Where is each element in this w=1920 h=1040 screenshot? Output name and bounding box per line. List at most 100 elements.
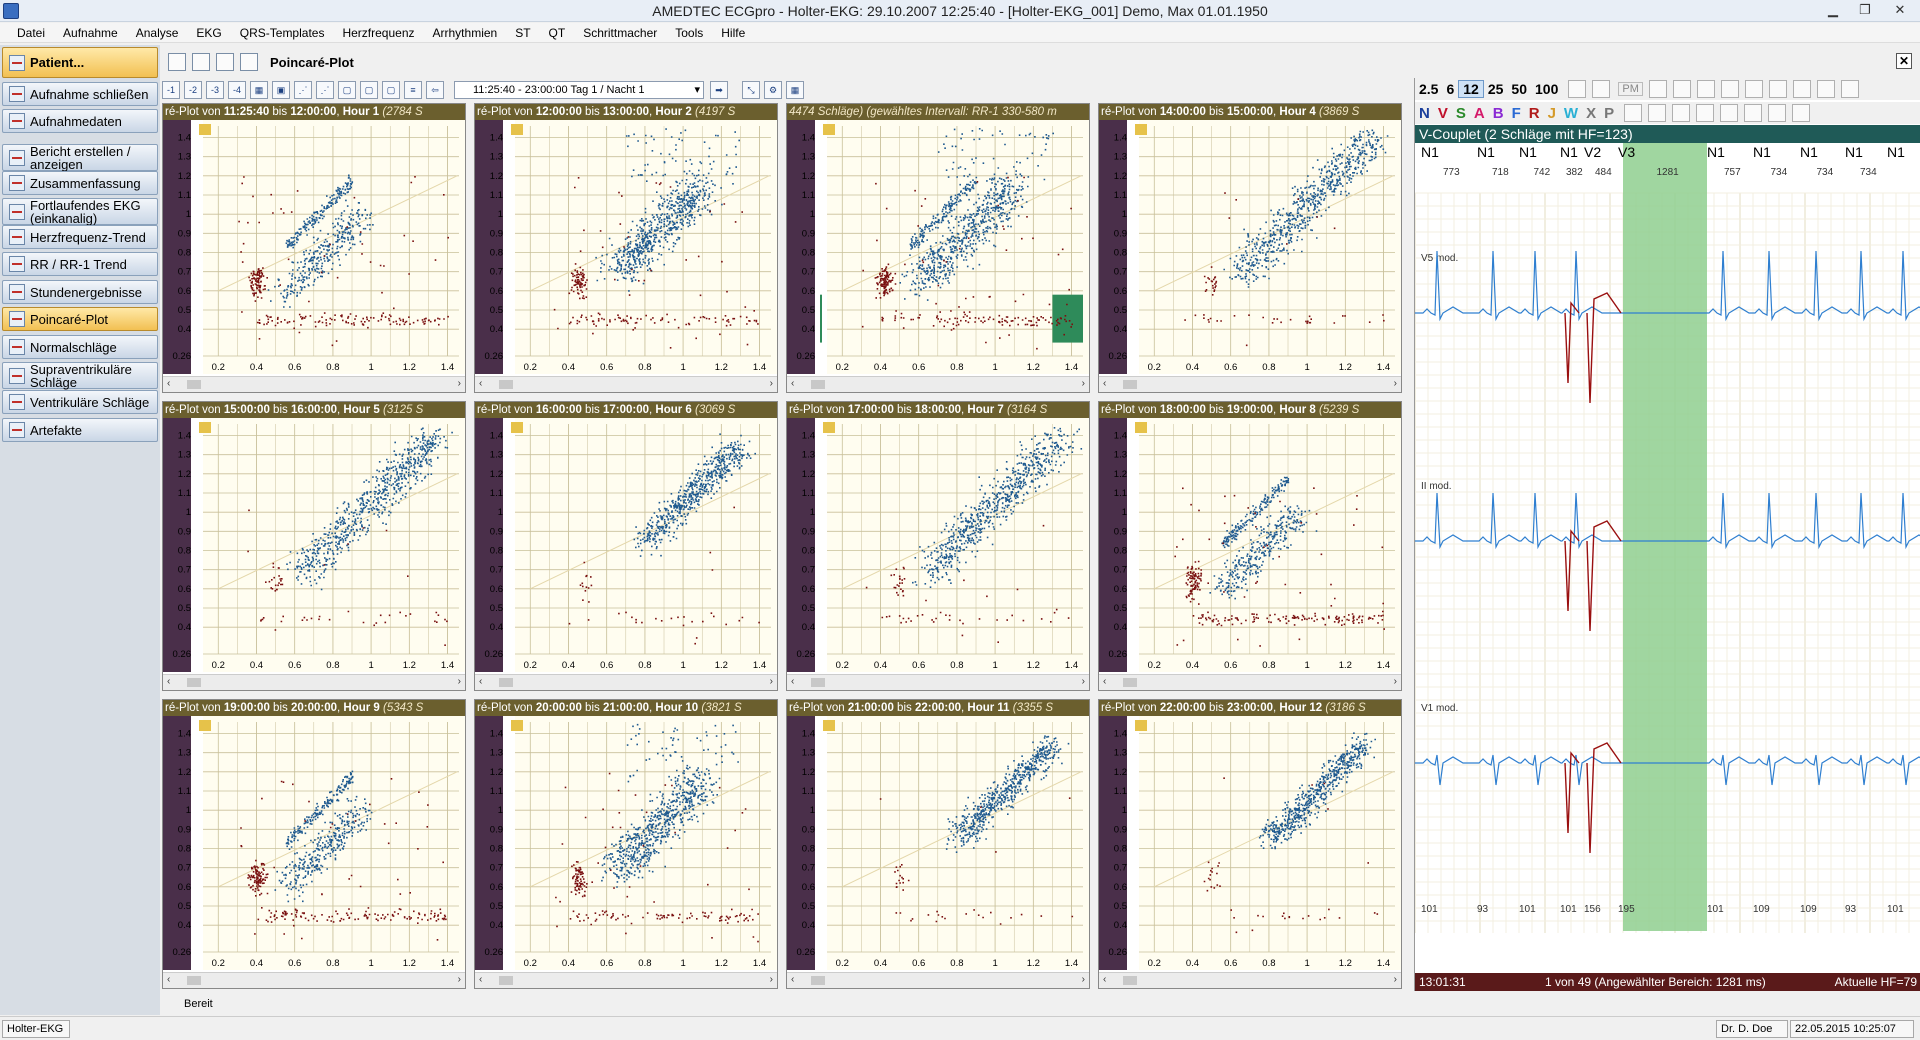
scroll-left-icon[interactable]: ‹ <box>791 974 794 985</box>
chart-icon[interactable] <box>216 53 234 71</box>
gear-icon[interactable] <box>1768 104 1787 122</box>
poincare-plot[interactable]: ré-Plot von 18:00:00 bis 19:00:00, Hour … <box>1098 401 1402 691</box>
beat-class-f-button[interactable]: F <box>1508 105 1525 122</box>
sidebar-item-herzfrequenz-trend[interactable]: Herzfrequenz-Trend <box>2 225 158 249</box>
zoom-4-button[interactable]: -4 <box>228 81 246 99</box>
scroll-left-icon[interactable]: ‹ <box>167 676 170 687</box>
scroll-right-icon[interactable]: › <box>770 974 773 985</box>
menu-datei[interactable]: Datei <box>8 26 54 40</box>
scroll-thumb[interactable] <box>187 678 201 687</box>
beat-class-b-button[interactable]: B <box>1489 105 1508 122</box>
close-window-button[interactable]: ✕ <box>1882 0 1918 20</box>
poincare-chart[interactable]: 1.4 1.3 1.2 1.1 1 0.9 0.8 0.7 0.6 0.5 0.4 0.26 0.2 0.… <box>1099 716 1401 970</box>
poincare-chart[interactable]: 1.4 1.3 1.2 1.1 1 0.9 0.8 0.7 0.6 0.5 0.4 0.26 0.2 0.… <box>1099 418 1401 672</box>
marker-icon[interactable] <box>1696 80 1715 98</box>
menu-tools[interactable]: Tools <box>666 26 712 40</box>
poincare-plot[interactable]: ré-Plot von 14:00:00 bis 15:00:00, Hour … <box>1098 103 1402 393</box>
scroll-left-icon[interactable]: ‹ <box>791 676 794 687</box>
scroll-thumb[interactable] <box>187 380 201 389</box>
scroll-left-icon[interactable]: ‹ <box>479 378 482 389</box>
sidebar-item-patient[interactable]: Patient... <box>2 47 158 78</box>
sidebar-item-aufnahmedaten[interactable]: Aufnahmedaten <box>2 109 158 133</box>
plot-scrollbar[interactable]: ‹ › <box>787 376 1089 392</box>
color-grid-icon[interactable]: ▦ <box>786 81 804 99</box>
menu-aufnahme[interactable]: Aufnahme <box>54 26 127 40</box>
ecg-selected-region[interactable] <box>1623 143 1707 931</box>
grid-1-icon[interactable]: ▢ <box>338 81 356 99</box>
scroll-left-icon[interactable]: ‹ <box>791 378 794 389</box>
scroll-left-icon[interactable]: ‹ <box>167 378 170 389</box>
plot-scrollbar[interactable]: ‹ › <box>1099 376 1401 392</box>
sidebar-item-poincar-plot[interactable]: Poincaré-Plot <box>2 307 158 331</box>
plot-area[interactable]: 1.4 1.3 1.2 1.1 1 0.9 0.8 0.7 0.6 0.5 0.4 0.26 0.2 0.… <box>475 418 777 672</box>
heart-green-icon[interactable] <box>1624 104 1643 122</box>
poincare-plot[interactable]: 4474 Schläge) (gewähltes Intervall: RR-1… <box>786 103 1090 393</box>
plot-scrollbar[interactable]: ‹ › <box>163 972 465 988</box>
menu-qt[interactable]: QT <box>540 26 575 40</box>
plot-scrollbar[interactable]: ‹ › <box>163 674 465 690</box>
sidebar-item-fortlaufendes-ekg-einkanalig[interactable]: Fortlaufendes EKG (einkanalig) <box>2 198 158 225</box>
poincare-plot[interactable]: ré-Plot von 11:25:40 bis 12:00:00, Hour … <box>162 103 466 393</box>
menu-schrittmacher[interactable]: Schrittmacher <box>574 26 666 40</box>
close-view-button[interactable]: ✕ <box>1896 53 1912 69</box>
scroll-right-icon[interactable]: › <box>770 378 773 389</box>
beat-class-w-button[interactable]: W <box>1560 105 1582 122</box>
menu-analyse[interactable]: Analyse <box>127 26 188 40</box>
scroll-thumb[interactable] <box>499 976 513 985</box>
copy-icon[interactable] <box>1720 104 1739 122</box>
poincare-plot[interactable]: ré-Plot von 22:00:00 bis 23:00:00, Hour … <box>1098 699 1402 989</box>
scroll-thumb[interactable] <box>1123 678 1137 687</box>
grid-3-icon[interactable]: ▢ <box>382 81 400 99</box>
beat-class-a-button[interactable]: A <box>1470 105 1489 122</box>
pacemaker-button[interactable]: PM <box>1618 82 1643 96</box>
beat-class-v-button[interactable]: V <box>1434 105 1452 122</box>
zoom-3-button[interactable]: -3 <box>206 81 224 99</box>
beat-class-r-button[interactable]: R <box>1525 105 1544 122</box>
plot-scrollbar[interactable]: ‹ › <box>1099 972 1401 988</box>
poincare-icon[interactable] <box>240 53 258 71</box>
poincare-plot[interactable]: ré-Plot von 20:00:00 bis 21:00:00, Hour … <box>474 699 778 989</box>
scroll-left-icon[interactable]: ‹ <box>1103 974 1106 985</box>
beat-class-n-button[interactable]: N <box>1415 105 1434 122</box>
sidebar-item-bericht-erstellen-anzeigen[interactable]: Bericht erstellen / anzeigen <box>2 144 158 171</box>
select-area-icon[interactable]: ⤡ <box>742 81 760 99</box>
sidebar-item-zusammenfassung[interactable]: Zusammenfassung <box>2 171 158 195</box>
scroll-thumb[interactable] <box>499 678 513 687</box>
scroll-left-icon[interactable]: ‹ <box>1103 676 1106 687</box>
speed-50-button[interactable]: 50 <box>1507 81 1531 97</box>
palette-icon[interactable]: ▦ <box>250 81 268 99</box>
heart-split-icon[interactable] <box>1648 104 1667 122</box>
poincare-chart[interactable]: 1.4 1.3 1.2 1.1 1 0.9 0.8 0.7 0.6 0.5 0.4 0.26 0.2 0.… <box>475 716 777 970</box>
menu-arrhythmien[interactable]: Arrhythmien <box>424 26 507 40</box>
scale-icon[interactable] <box>1840 80 1859 98</box>
poincare-plot[interactable]: ré-Plot von 12:00:00 bis 13:00:00, Hour … <box>474 103 778 393</box>
poincare-chart[interactable]: 1.4 1.3 1.2 1.1 1 0.9 0.8 0.7 0.6 0.5 0.4 0.26 0.2 0.… <box>787 418 1089 672</box>
plot-area[interactable]: 1.4 1.3 1.2 1.1 1 0.9 0.8 0.7 0.6 0.5 0.4 0.26 0.2 0.… <box>1099 418 1401 672</box>
scroll-right-icon[interactable]: › <box>1082 974 1085 985</box>
scroll-right-icon[interactable]: › <box>1394 676 1397 687</box>
range-select[interactable]: 11:25:40 - 23:00:00 Tag 1 / Nacht 1 <box>454 81 704 99</box>
speed-2-5-button[interactable]: 2.5 <box>1415 81 1442 97</box>
plot-area[interactable]: 1.4 1.3 1.2 1.1 1 0.9 0.8 0.7 0.6 0.5 0.4 0.26 0.2 0.… <box>163 120 465 374</box>
plot-scrollbar[interactable]: ‹ › <box>787 674 1089 690</box>
beat-class-s-button[interactable]: S <box>1452 105 1470 122</box>
zoom-in-icon[interactable] <box>1648 80 1667 98</box>
poincare-chart[interactable]: 1.4 1.3 1.2 1.1 1 0.9 0.8 0.7 0.6 0.5 0.4 0.26 0.2 0.… <box>1099 120 1401 374</box>
scroll-left-icon[interactable]: ‹ <box>479 676 482 687</box>
sidebar-item-ventrikul-re-schl-ge[interactable]: Ventrikuläre Schläge <box>2 390 158 414</box>
grid-icon[interactable] <box>1792 104 1811 122</box>
poincare-plot[interactable]: ré-Plot von 21:00:00 bis 22:00:00, Hour … <box>786 699 1090 989</box>
list-icon[interactable]: ≡ <box>404 81 422 99</box>
scroll-thumb[interactable] <box>811 976 825 985</box>
scroll-thumb[interactable] <box>811 678 825 687</box>
back-arrow-icon[interactable] <box>1568 80 1587 98</box>
image-icon[interactable]: ▣ <box>272 81 290 99</box>
speed-25-button[interactable]: 25 <box>1484 81 1508 97</box>
forward-arrow-icon[interactable] <box>1592 80 1611 98</box>
scroll-right-icon[interactable]: › <box>1082 378 1085 389</box>
scroll-thumb[interactable] <box>811 380 825 389</box>
speed-100-button[interactable]: 100 <box>1531 81 1562 97</box>
scatter-normal-icon[interactable]: ⋰ <box>294 81 312 99</box>
plot-area[interactable]: 1.4 1.3 1.2 1.1 1 0.9 0.8 0.7 0.6 0.5 0.4 0.26 0.2 0.… <box>1099 120 1401 374</box>
beat-class-x-button[interactable]: X <box>1582 105 1600 122</box>
